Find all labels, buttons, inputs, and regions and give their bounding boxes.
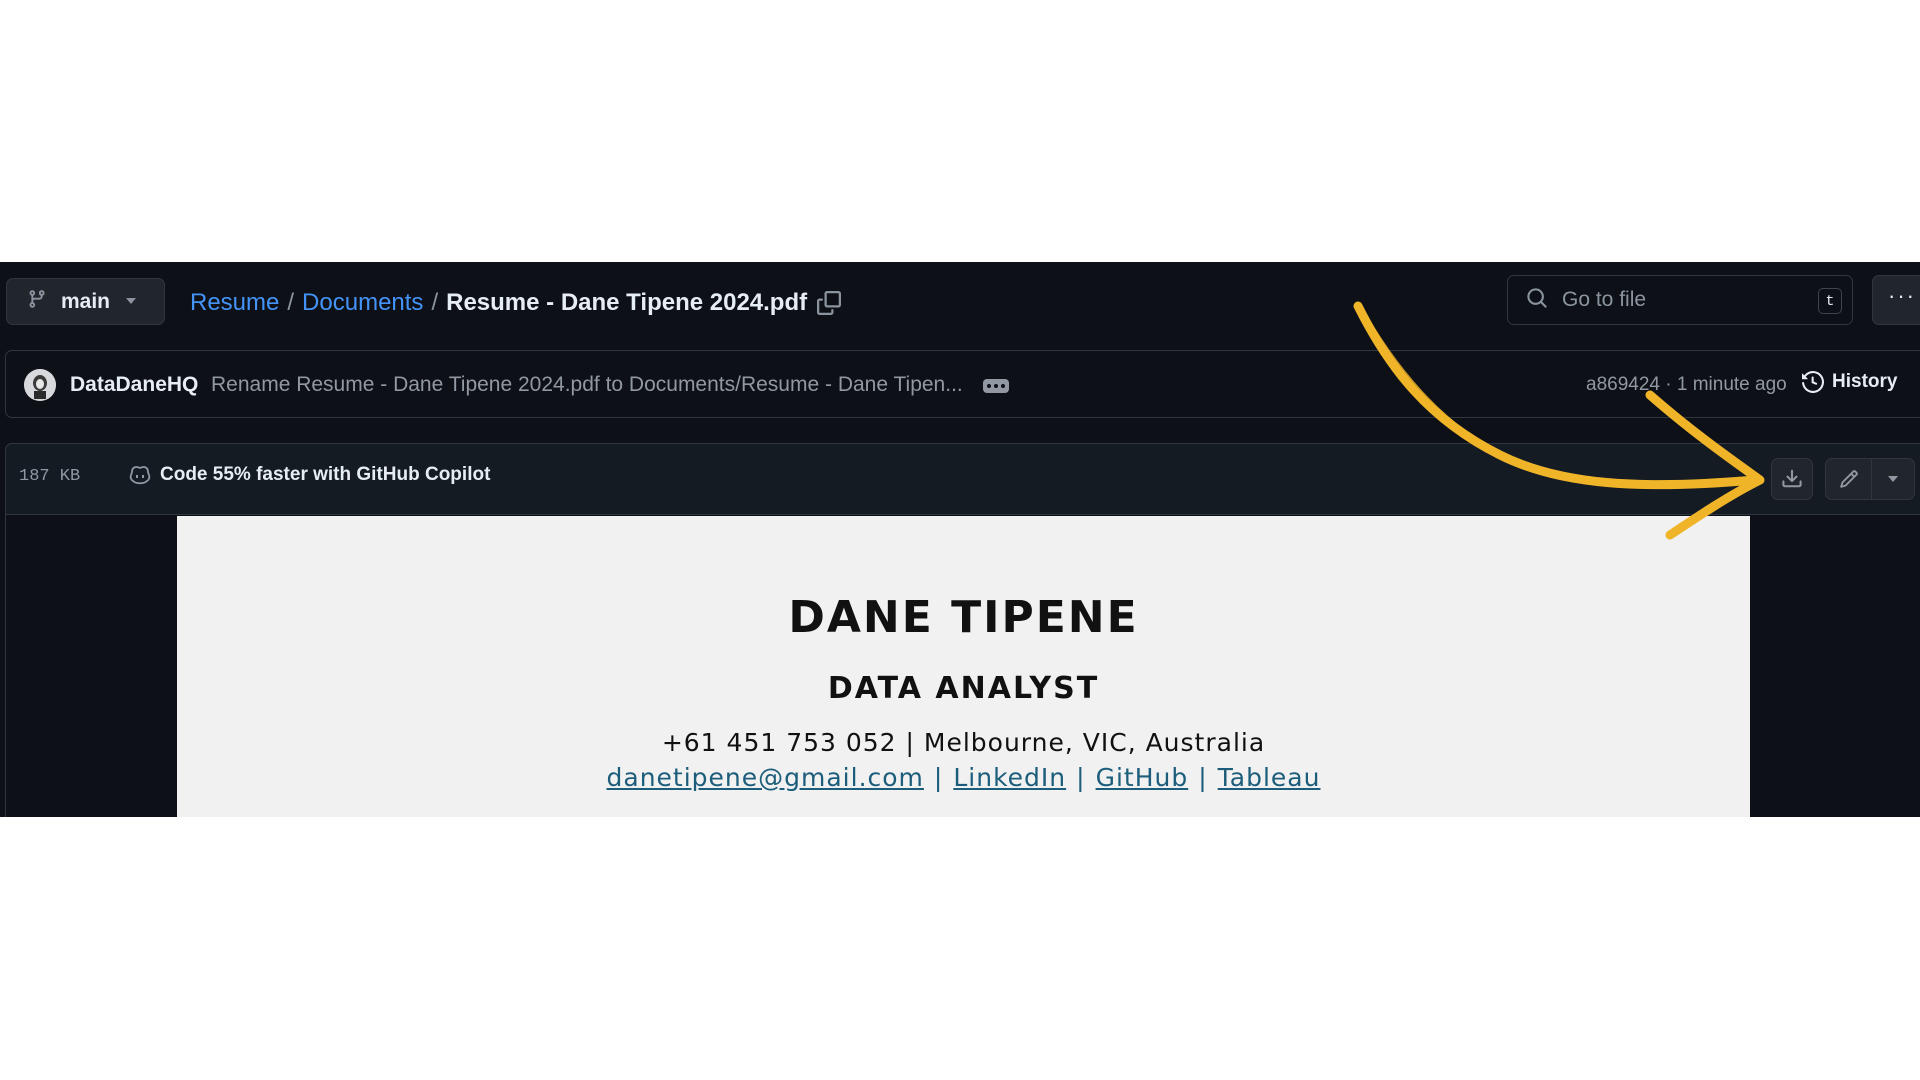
resume-link-linkedin[interactable]: LinkedIn [953, 763, 1066, 792]
git-branch-icon [27, 288, 47, 315]
caret-down-icon [1888, 476, 1898, 482]
latest-commit-bar: DataDaneHQ Rename Resume - Dane Tipene 2… [5, 350, 1920, 418]
commit-author[interactable]: DataDaneHQ [70, 373, 198, 397]
resume-name: DANE TIPENE [788, 592, 1139, 643]
pdf-preview-page: DANE TIPENE DATA ANALYST +61 451 753 052… [177, 516, 1750, 817]
link-separator: | [1076, 763, 1086, 792]
copilot-promo-link[interactable]: Code 55% faster with GitHub Copilot [128, 464, 490, 486]
download-raw-file-button[interactable] [1771, 458, 1813, 500]
history-icon [1802, 371, 1824, 393]
copilot-promo-label: Code 55% faster with GitHub Copilot [160, 464, 491, 485]
kebab-horizontal-icon: ··· [1888, 283, 1916, 308]
history-button[interactable]: History [1802, 371, 1897, 393]
caret-down-icon [124, 293, 138, 311]
edit-options-dropdown[interactable] [1872, 459, 1914, 499]
breadcrumb-link-documents[interactable]: Documents [302, 289, 423, 317]
copy-icon[interactable] [817, 291, 842, 315]
pencil-icon [1839, 470, 1858, 488]
resume-links-line: danetipene@gmail.com | LinkedIn | GitHub | Tab… [177, 763, 1750, 792]
history-label: History [1832, 371, 1898, 392]
breadcrumb-separator: / [431, 289, 439, 316]
commit-message[interactable]: Rename Resume - Dane Tipene 2024.pdf to … [211, 373, 963, 397]
resume-contact-line: +61 451 753 052 | Melbourne, VIC, Austra… [661, 728, 1266, 757]
search-icon [1526, 287, 1548, 314]
keyboard-shortcut-hint: t [1818, 288, 1842, 314]
copilot-icon [129, 466, 151, 485]
branch-name: main [61, 289, 111, 313]
resume-link-email[interactable]: danetipene@gmail.com [607, 763, 924, 792]
download-icon [1782, 469, 1802, 488]
search-input[interactable] [1562, 288, 1802, 312]
breadcrumb-link-resume[interactable]: Resume [190, 289, 279, 317]
resume-link-github[interactable]: GitHub [1096, 763, 1189, 792]
link-separator: | [1198, 763, 1208, 792]
resume-title: DATA ANALYST [827, 671, 1100, 706]
file-size: 187 KB [19, 467, 81, 486]
go-to-file-search[interactable]: t [1507, 275, 1853, 325]
avatar[interactable] [24, 369, 56, 401]
file-header-bar: 187 KB Code 55% faster with GitHub Copil… [5, 443, 1920, 515]
branch-selector-button[interactable]: main [6, 278, 165, 325]
edit-file-button-group [1825, 458, 1915, 500]
commit-sha-and-time[interactable]: a869424 · 1 minute ago [1586, 374, 1787, 396]
edit-file-button[interactable] [1826, 459, 1872, 499]
link-separator: | [933, 763, 944, 792]
breadcrumb-current-file: Resume - Dane Tipene 2024.pdf [446, 289, 808, 316]
breadcrumb: Resume / Documents / Resume - Dane Tipen… [190, 286, 842, 320]
expand-commit-message-button[interactable] [983, 379, 1009, 393]
more-options-button[interactable]: ··· [1872, 275, 1920, 325]
breadcrumb-separator: / [287, 289, 295, 316]
resume-link-tableau[interactable]: Tableau [1218, 763, 1321, 792]
